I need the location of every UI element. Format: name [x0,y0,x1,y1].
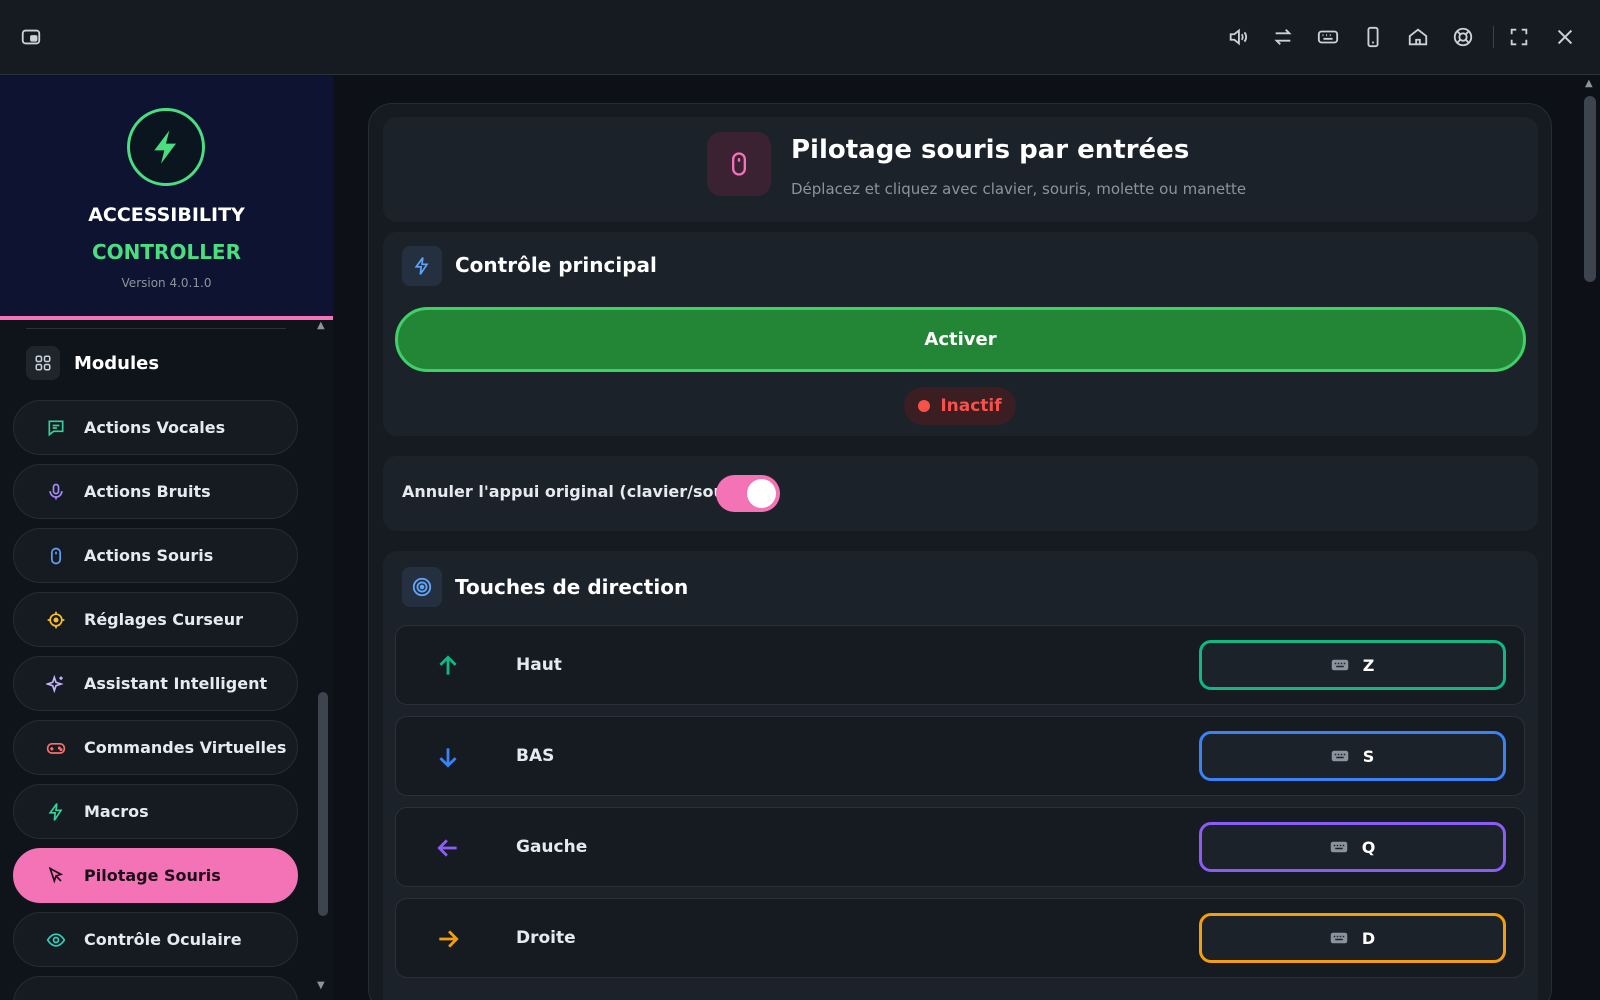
main-scroll-up-icon[interactable]: ▲ [1585,78,1593,89]
sidebar-item-actions-souris[interactable]: Actions Souris [13,528,298,583]
arrow-left-icon [432,832,464,864]
sidebar-item-label: Contrôle Oculaire [84,930,242,949]
direction-label: Haut [516,655,562,675]
page-subtitle: Déplacez et cliquez avec clavier, souris… [791,180,1247,198]
brand-header: ACCESSIBILITY CONTROLLER Version 4.0.1.0 [0,76,333,320]
direction-label: BAS [516,746,555,766]
scroll-up-arrow-icon[interactable]: ▲ [317,320,325,331]
sidebar-item-macros[interactable]: Macros [13,784,298,839]
section-title: Contrôle principal [455,253,657,277]
sidebar-scrollbar[interactable] [318,692,328,916]
version-label: Version 4.0.1.0 [121,276,212,290]
sidebar-item-controle-oculaire[interactable]: Contrôle Oculaire [13,912,298,967]
sidebar-item-label: Actions Bruits [84,482,211,501]
status-text: Inactif [940,396,1002,416]
modules-header: Modules [26,346,159,380]
toggle-label: Annuler l'appui original (clavier/souris… [402,482,756,501]
arrow-up-icon [432,650,464,682]
sidebar: ACCESSIBILITY CONTROLLER Version 4.0.1.0… [0,76,333,1000]
sidebar-item-label: Pilotage Souris [84,866,221,885]
arrow-down-icon [432,741,464,773]
page-title: Pilotage souris par entrées [791,135,1190,165]
direction-label: Droite [516,928,576,948]
sidebar-item-actions-bruits[interactable]: Actions Bruits [13,464,298,519]
key-value: D [1361,928,1376,948]
keyboard-icon [1330,840,1348,854]
chat-icon [44,416,68,440]
status-badge: Inactif [904,387,1016,425]
target-icon [402,567,442,607]
swap-icon[interactable] [1268,22,1298,52]
divider [26,328,286,329]
direction-row-left: Gauche Q [395,807,1525,887]
mouse-icon [44,544,68,568]
keyboard-icon [1331,749,1349,763]
arrow-right-icon [432,923,464,955]
sidebar-item-label: Actions Vocales [84,418,226,437]
direction-row-right: Droite D [395,898,1525,978]
key-binding-button[interactable]: S [1199,731,1506,781]
sidebar-item-label: Assistant Intelligent [84,674,268,693]
gamepad-icon [44,736,68,760]
lightning-icon [44,800,68,824]
sidebar-item-partial[interactable] [13,976,298,1000]
brand-subtitle: CONTROLLER [91,240,241,264]
fullscreen-icon[interactable] [1504,22,1534,52]
cursor-arrow-icon [44,864,68,888]
title-bar [0,0,1600,75]
mouse-icon [707,132,771,196]
sparkles-icon [44,672,68,696]
lightning-logo [127,108,205,186]
keyboard-icon [1331,658,1349,672]
sidebar-item-label: Macros [84,802,149,821]
activate-button[interactable]: Activer [395,307,1526,372]
keyboard-icon [1330,931,1348,945]
main-scrollbar[interactable] [1584,96,1596,282]
scroll-down-arrow-icon[interactable]: ▼ [317,980,325,991]
key-binding-button[interactable]: Q [1199,822,1506,872]
crosshair-icon [44,608,68,632]
direction-label: Gauche [516,837,588,857]
sidebar-item-label: Commandes Virtuelles [84,738,287,757]
hero-card [383,117,1538,222]
volume-icon[interactable] [1223,22,1253,52]
direction-row-down: BAS S [395,716,1525,796]
close-icon[interactable] [1550,22,1580,52]
grid-icon [26,346,60,380]
toggle-knob [747,479,776,508]
toolbar-divider [1493,26,1494,48]
microphone-icon [44,480,68,504]
sidebar-item-actions-vocales[interactable]: Actions Vocales [13,400,298,455]
section-title: Touches de direction [455,575,689,599]
keyboard-icon[interactable] [1313,22,1343,52]
lightning-icon [402,246,442,286]
brand-title: ACCESSIBILITY [88,204,245,226]
sidebar-item-reglages-curseur[interactable]: Réglages Curseur [13,592,298,647]
modules-title: Modules [74,352,160,374]
key-value: Z [1362,655,1375,675]
status-dot [918,400,931,412]
sidebar-item-label: Actions Souris [84,546,214,565]
key-binding-button[interactable]: Z [1199,640,1506,690]
sidebar-item-commandes-virtuelles[interactable]: Commandes Virtuelles [13,720,298,775]
sidebar-item-pilotage-souris[interactable]: Pilotage Souris [13,848,298,903]
eye-icon [44,928,68,952]
direction-row-up: Haut Z [395,625,1525,705]
pip-icon[interactable] [16,22,46,52]
key-binding-button[interactable]: D [1199,913,1506,963]
sidebar-item-assistant-intelligent[interactable]: Assistant Intelligent [13,656,298,711]
key-value: S [1362,746,1375,766]
key-value: Q [1361,837,1376,857]
sidebar-item-label: Réglages Curseur [84,610,243,629]
cancel-original-toggle[interactable] [716,475,780,512]
phone-icon[interactable] [1358,22,1388,52]
lifebuoy-icon[interactable] [1448,22,1478,52]
home-icon[interactable] [1403,22,1433,52]
brand-accent-bar [0,316,333,320]
